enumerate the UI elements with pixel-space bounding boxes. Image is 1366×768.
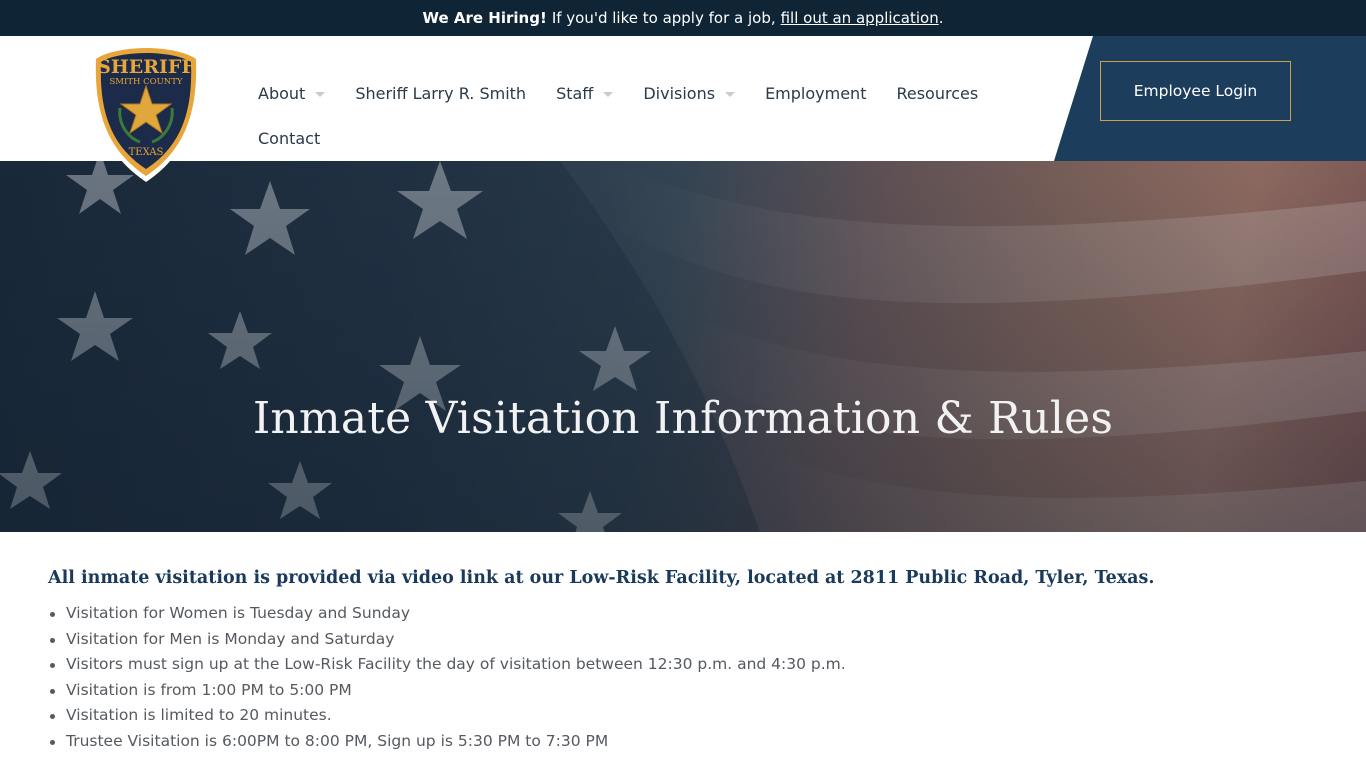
logo-sheriff-text: SHERIFF xyxy=(97,56,195,78)
chevron-down-icon xyxy=(725,92,736,97)
sheriff-badge-logo[interactable]: SHERIFF SMITH COUNTY TEXAS xyxy=(88,42,204,184)
hiring-banner-text: If you'd like to apply for a job, xyxy=(551,9,776,27)
nav-resources-label: Resources xyxy=(896,84,979,103)
nav-divisions[interactable]: Divisions xyxy=(643,84,736,103)
logo-texas-text: TEXAS xyxy=(129,147,164,158)
nav-about[interactable]: About xyxy=(258,84,326,103)
chevron-down-icon xyxy=(603,92,614,97)
list-item: Visitation for Women is Tuesday and Sund… xyxy=(48,601,1338,627)
hero-banner: Inmate Visitation Information & Rules xyxy=(0,161,1366,532)
nav-contact[interactable]: Contact xyxy=(258,129,320,148)
hiring-banner-end: . xyxy=(938,9,944,27)
nav-divisions-label: Divisions xyxy=(643,84,716,103)
chevron-down-icon xyxy=(315,92,326,97)
list-item: Visitation for Men is Monday and Saturda… xyxy=(48,627,1338,653)
employee-login-button[interactable]: Employee Login xyxy=(1100,61,1291,121)
hiring-banner-bold: We Are Hiring! xyxy=(422,9,547,27)
nav-sheriff[interactable]: Sheriff Larry R. Smith xyxy=(355,84,526,103)
list-item: Visitation is limited to 20 minutes. xyxy=(48,703,1338,729)
nav-contact-label: Contact xyxy=(258,129,321,148)
hiring-banner: We Are Hiring! If you'd like to apply fo… xyxy=(0,0,1366,36)
page-title: Inmate Visitation Information & Rules xyxy=(252,393,1114,444)
nav-sheriff-label: Sheriff Larry R. Smith xyxy=(355,84,527,103)
application-link[interactable]: fill out an application xyxy=(781,9,939,27)
visitation-content: All inmate visitation is provided via vi… xyxy=(48,568,1338,755)
visitation-lead: All inmate visitation is provided via vi… xyxy=(48,568,1155,588)
nav-about-label: About xyxy=(258,84,306,103)
list-item: Visitors must sign up at the Low-Risk Fa… xyxy=(48,652,1338,678)
nav-employment[interactable]: Employment xyxy=(765,84,866,103)
list-item: Trustee Visitation is 6:00PM to 8:00 PM,… xyxy=(48,729,1338,755)
flag-background-image xyxy=(0,161,1366,532)
nav-resources[interactable]: Resources xyxy=(896,84,978,103)
main-navigation: About Sheriff Larry R. Smith Staff Divis… xyxy=(258,36,1038,161)
visitation-rules-list: Visitation for Women is Tuesday and Sund… xyxy=(48,601,1338,755)
nav-employment-label: Employment xyxy=(765,84,867,103)
nav-staff-label: Staff xyxy=(556,84,594,103)
nav-staff[interactable]: Staff xyxy=(556,84,614,103)
list-item: Visitation is from 1:00 PM to 5:00 PM xyxy=(48,678,1338,704)
